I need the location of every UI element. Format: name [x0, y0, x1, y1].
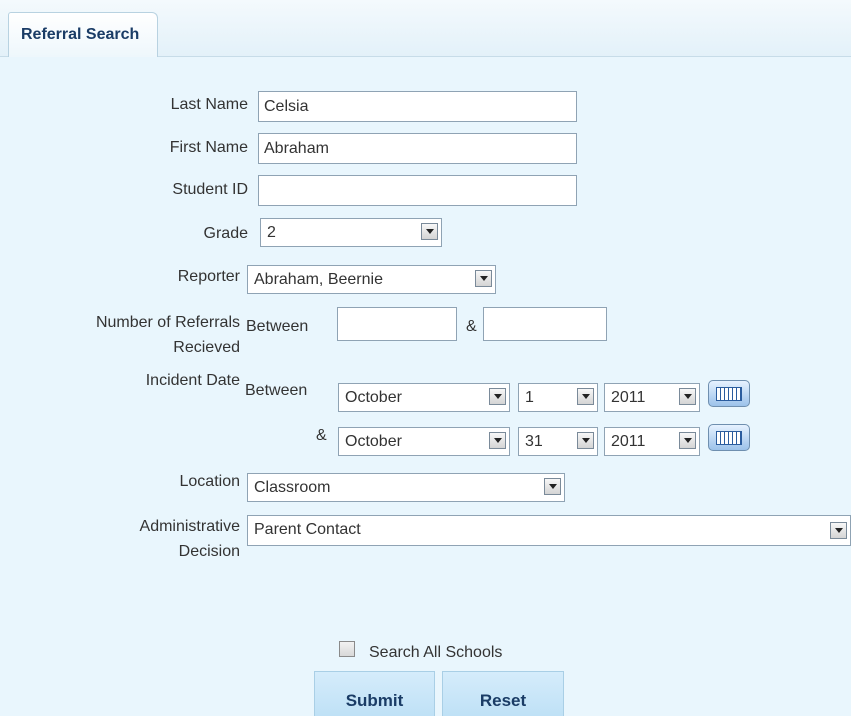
reporter-value: Abraham, Beernie: [254, 271, 383, 288]
from-month-select[interactable]: October: [338, 383, 510, 412]
referrals-label-line1: Number of Referrals: [95, 314, 240, 331]
grade-value: 2: [267, 224, 276, 241]
from-day-select[interactable]: 1: [518, 383, 598, 412]
chevron-down-icon[interactable]: [475, 270, 492, 287]
referrals-label-line2: Recieved: [173, 339, 240, 356]
referrals-min-input[interactable]: [337, 307, 457, 341]
student-id-input[interactable]: [258, 175, 577, 206]
admin-decision-label-line1: Administrative: [139, 518, 240, 535]
grade-label: Grade: [203, 225, 248, 242]
reporter-select[interactable]: Abraham, Beernie: [247, 265, 496, 294]
incident-and-label: &: [316, 427, 327, 444]
referrals-label: Number of Referrals Recieved: [0, 313, 240, 358]
to-year-select[interactable]: 2011: [604, 427, 700, 456]
chevron-down-icon[interactable]: [577, 388, 594, 405]
incident-date-label: Incident Date: [145, 372, 240, 389]
calendar-icon[interactable]: [708, 424, 750, 451]
to-month-value: October: [345, 433, 402, 450]
chevron-down-icon[interactable]: [544, 478, 561, 495]
last-name-label: Last Name: [170, 96, 248, 113]
chevron-down-icon[interactable]: [577, 432, 594, 449]
to-day-value: 31: [525, 433, 543, 450]
reporter-label: Reporter: [177, 268, 240, 285]
incident-between-label: Between: [245, 382, 308, 399]
from-year-select[interactable]: 2011: [604, 383, 700, 412]
calendar-icon[interactable]: [708, 380, 750, 407]
chevron-down-icon[interactable]: [489, 432, 506, 449]
chevron-down-icon[interactable]: [679, 388, 696, 405]
chevron-down-icon[interactable]: [489, 388, 506, 405]
from-year-value: 2011: [611, 389, 646, 406]
chevron-down-icon[interactable]: [830, 522, 847, 539]
location-label: Location: [179, 473, 241, 490]
referrals-max-input[interactable]: [483, 307, 607, 341]
chevron-down-icon[interactable]: [421, 223, 438, 240]
last-name-input[interactable]: [258, 91, 577, 122]
from-day-value: 1: [525, 389, 534, 406]
reset-button[interactable]: Reset: [442, 671, 564, 716]
admin-decision-label-line2: Decision: [178, 543, 240, 560]
to-day-select[interactable]: 31: [518, 427, 598, 456]
tab-referral-search[interactable]: Referral Search: [8, 12, 159, 57]
referrals-and-label: &: [466, 318, 477, 335]
grade-select[interactable]: 2: [260, 218, 442, 247]
tab-bar: Referral Search: [0, 0, 851, 57]
search-all-schools-checkbox[interactable]: [339, 641, 355, 657]
submit-button[interactable]: Submit: [314, 671, 435, 716]
student-id-label: Student ID: [172, 181, 248, 198]
location-select[interactable]: Classroom: [247, 473, 565, 502]
admin-decision-label: Administrative Decision: [60, 517, 240, 562]
to-month-select[interactable]: October: [338, 427, 510, 456]
from-month-value: October: [345, 389, 402, 406]
to-year-value: 2011: [611, 433, 646, 450]
referrals-between-label: Between: [246, 318, 309, 335]
first-name-label: First Name: [169, 139, 248, 156]
first-name-input[interactable]: [258, 133, 577, 164]
search-all-schools-label: Search All Schools: [369, 644, 503, 661]
admin-decision-value: Parent Contact: [254, 521, 361, 538]
chevron-down-icon[interactable]: [679, 432, 696, 449]
location-value: Classroom: [254, 479, 331, 496]
admin-decision-select[interactable]: Parent Contact: [247, 515, 851, 546]
